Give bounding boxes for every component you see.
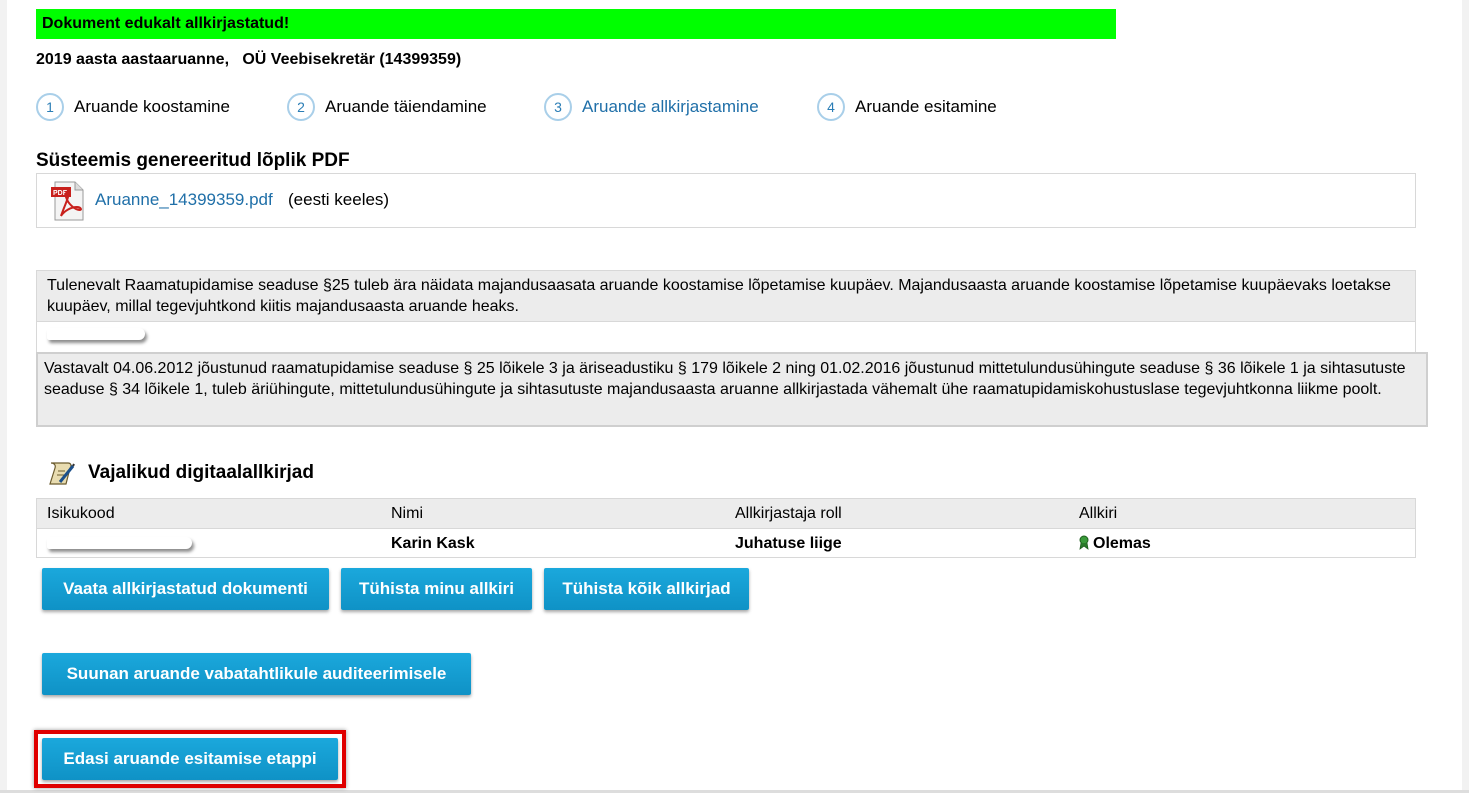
step-2-label: Aruande täiendamine	[325, 97, 487, 116]
completion-date-row	[36, 321, 1416, 354]
column-header-name: Nimi	[391, 505, 423, 522]
signatures-table-header: Isikukood Nimi Allkirjastaja roll Allkir…	[37, 499, 1415, 529]
signer-name: Karin Kask	[391, 535, 475, 552]
step-4-number-icon: 4	[817, 93, 845, 121]
step-1: 1 Aruande koostamine	[36, 91, 230, 123]
report-title: 2019 aasta aastaaruanne, OÜ Veebisekretä…	[36, 51, 462, 68]
step-2: 2 Aruande täiendamine	[287, 91, 487, 123]
signatures-table: Isikukood Nimi Allkirjastaja roll Allkir…	[36, 498, 1416, 558]
step-1-label: Aruande koostamine	[74, 97, 230, 116]
signing-requirement-notice: Vastavalt 04.06.2012 jõustunud raamatupi…	[36, 352, 1428, 427]
pdf-download-link[interactable]: Aruanne_14399359.pdf	[95, 190, 273, 210]
window-frame-left	[0, 0, 7, 793]
success-banner: Dokument edukalt allkirjastatud!	[36, 9, 1116, 39]
view-signed-document-button[interactable]: Vaata allkirjastatud dokumenti	[42, 568, 329, 610]
cancel-my-signature-button[interactable]: Tühista minu allkiri	[341, 568, 532, 610]
redacted-date-field	[47, 328, 145, 340]
next-stage-button[interactable]: Edasi aruande esitamise etappi	[42, 738, 338, 780]
pdf-language-note: (eesti keeles)	[288, 190, 390, 209]
step-4-label: Aruande esitamine	[855, 97, 997, 116]
redacted-personal-code	[47, 537, 192, 549]
voluntary-audit-button[interactable]: Suunan aruande vabatahtlikule auditeerim…	[42, 653, 471, 695]
signature-scroll-icon	[49, 462, 75, 485]
column-header-role: Allkirjastaja roll	[735, 505, 842, 522]
window-frame-right	[1462, 0, 1469, 793]
column-header-signature: Allkiri	[1079, 505, 1118, 522]
step-4: 4 Aruande esitamine	[817, 91, 997, 123]
pdf-section-title: Süsteemis genereeritud lõplik PDF	[36, 150, 350, 171]
pdf-file-box: PDF Aruanne_14399359.pdf (eesti keeles)	[36, 173, 1416, 228]
pdf-file-icon: PDF	[51, 181, 84, 221]
completion-date-notice: Tulenevalt Raamatupidamise seaduse §25 t…	[36, 270, 1416, 322]
column-header-personal-code: Isikukood	[47, 505, 115, 522]
step-2-number-icon: 2	[287, 93, 315, 121]
step-3: 3 Aruande allkirjastamine	[544, 91, 759, 123]
signature-status: Olemas	[1079, 535, 1151, 553]
step-3-label: Aruande allkirjastamine	[582, 97, 759, 116]
step-1-number-icon: 1	[36, 93, 64, 121]
signed-ribbon-icon	[1079, 535, 1089, 550]
signer-role: Juhatuse liige	[735, 535, 842, 552]
signature-status-label: Olemas	[1093, 535, 1151, 552]
cancel-all-signatures-button[interactable]: Tühista kõik allkirjad	[544, 568, 749, 610]
step-3-number-icon: 3	[544, 93, 572, 121]
signatures-title: Vajalikud digitaalallkirjad	[88, 462, 314, 483]
